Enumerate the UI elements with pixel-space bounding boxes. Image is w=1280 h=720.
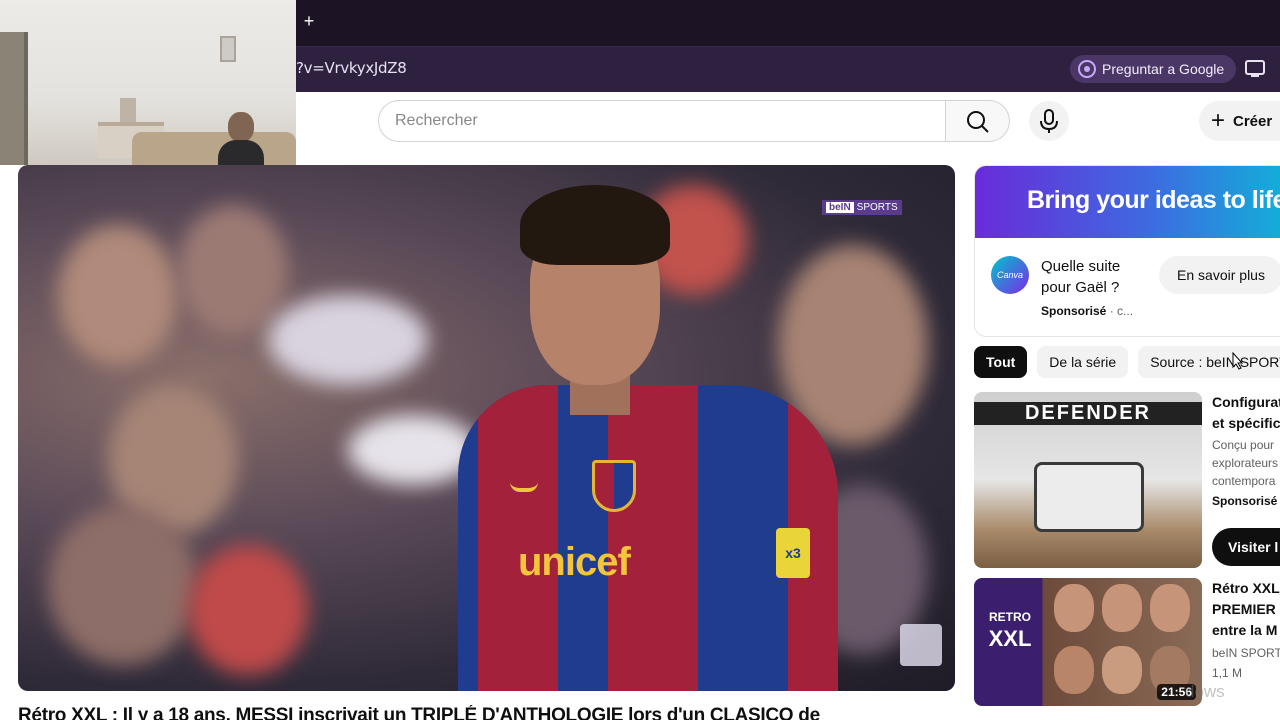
sidebar-ad-card[interactable]: Bring your ideas to life Canva Quelle su… (974, 165, 1280, 337)
voice-search-button[interactable] (1029, 101, 1069, 141)
ask-google-button[interactable]: Preguntar a Google (1070, 55, 1237, 83)
webcam-sofa (132, 132, 296, 165)
rec-sponsored: Sponsorisé (1212, 494, 1278, 508)
player-face (1054, 646, 1094, 694)
shirt-stripe (608, 385, 698, 691)
search-icon (967, 111, 989, 133)
create-label: Créer (1233, 112, 1273, 130)
footballer-figure (458, 175, 878, 691)
rec-title-line-1[interactable]: Configurat (1212, 392, 1280, 413)
webcam-person-head (228, 112, 254, 142)
channel-watermark-a: beIN (826, 202, 854, 213)
visit-button[interactable]: Visiter l (1212, 528, 1280, 566)
sidebar-video-retro[interactable]: RETRO XXL 21:56 Rétro XXL PREMIER C entr… (974, 578, 1280, 718)
mouse-cursor-icon (1232, 352, 1244, 370)
vehicle-image (1034, 462, 1144, 532)
rec-title-line-2[interactable]: PREMIER C (1212, 599, 1280, 620)
video-player[interactable] (18, 165, 955, 691)
rec-meta-line-2: explorateurs (1212, 456, 1279, 470)
player-face (1054, 584, 1094, 632)
crowd-blur-5 (48, 505, 198, 665)
new-tab-button[interactable]: + (298, 10, 320, 32)
shirt-sponsor: unicef (518, 540, 631, 584)
player-face (1102, 646, 1142, 694)
crowd-blur-6 (188, 545, 308, 675)
ad-sponsored-label: Sponsorisé (1041, 304, 1107, 318)
webcam-person-body (218, 140, 264, 165)
rec-meta-line-1: Conçu pour (1212, 438, 1275, 452)
rec-title-line-1[interactable]: Rétro XXL (1212, 578, 1280, 599)
defender-thumbnail[interactable]: DEFENDER (974, 392, 1202, 568)
webcam-lamp (120, 98, 136, 124)
search-input[interactable]: Rechercher (378, 100, 946, 142)
video-title: Rétro XXL : Il y a 18 ans, MESSI inscriv… (18, 705, 820, 720)
ask-google-label: Preguntar a Google (1102, 61, 1225, 77)
crowd-blur-3 (268, 295, 428, 385)
rec-title-line-3[interactable]: entre la M (1212, 620, 1277, 641)
rec-channel[interactable]: beIN SPORT (1212, 644, 1280, 662)
club-crest-icon (592, 460, 636, 512)
ad-sponsored-line: Sponsorisé · c... (1041, 304, 1133, 318)
retro-top: RETRO (989, 610, 1031, 624)
canva-logo-icon: Canva (991, 256, 1029, 294)
shirt-stripe (478, 385, 558, 691)
player-watermark-button[interactable] (900, 624, 942, 666)
sidebar-ad-defender[interactable]: DEFENDER Configurat et spécific Conçu po… (974, 392, 1280, 572)
defender-wordmark: DEFENDER (974, 402, 1202, 425)
plus-icon: + (1211, 107, 1226, 134)
learn-more-button[interactable]: En savoir plus (1159, 256, 1280, 294)
search-button[interactable] (946, 100, 1010, 142)
chip-source[interactable]: Source : beIN SPORTS (1138, 346, 1280, 378)
player-face (1150, 584, 1190, 632)
chip-all[interactable]: Tout (974, 346, 1028, 378)
retro-thumbnail[interactable]: RETRO XXL 21:56 (974, 578, 1202, 706)
retro-bottom: XXL (988, 626, 1032, 651)
lens-icon (1078, 60, 1096, 78)
microphone-icon (1040, 109, 1058, 133)
player-face (1102, 584, 1142, 632)
rec-title-line-2[interactable]: et spécific (1212, 413, 1280, 434)
webcam-door (0, 32, 28, 165)
rec-meta-line-3: contempora (1212, 474, 1276, 488)
chip-series[interactable]: De la série (1037, 346, 1129, 378)
os-activation-watermark: dows (1185, 682, 1225, 701)
crowd-blur-1 (58, 225, 178, 365)
crowd-blur-2 (178, 205, 288, 335)
create-button[interactable]: + Créer (1199, 101, 1280, 141)
webcam-person (218, 112, 264, 165)
footballer-hair (520, 185, 670, 265)
rec-views: 1,1 M (1212, 666, 1243, 680)
youtube-header: Rechercher + Créer (296, 92, 1280, 152)
channel-watermark: beIN SPORTS (822, 200, 902, 215)
ad-headline: Quelle suite pour Gaël ? (1041, 258, 1121, 296)
sleeve-patch: x3 (776, 528, 810, 578)
cast-icon[interactable] (1244, 59, 1266, 79)
ad-sponsored-suffix: · c... (1106, 304, 1134, 318)
ad-banner[interactable]: Bring your ideas to life (975, 166, 1280, 238)
url-text[interactable]: ?v=VrvkyxJdZ8 (296, 59, 407, 77)
search-placeholder: Rechercher (395, 112, 478, 129)
screen: + ?v=VrvkyxJdZ8 Preguntar a Google Reche… (0, 0, 1280, 720)
webcam-wall-frame (220, 36, 236, 62)
channel-watermark-b: SPORTS (856, 202, 898, 213)
webcam-overlay (0, 0, 296, 165)
retro-xxl-logo: RETRO XXL (980, 606, 1040, 650)
